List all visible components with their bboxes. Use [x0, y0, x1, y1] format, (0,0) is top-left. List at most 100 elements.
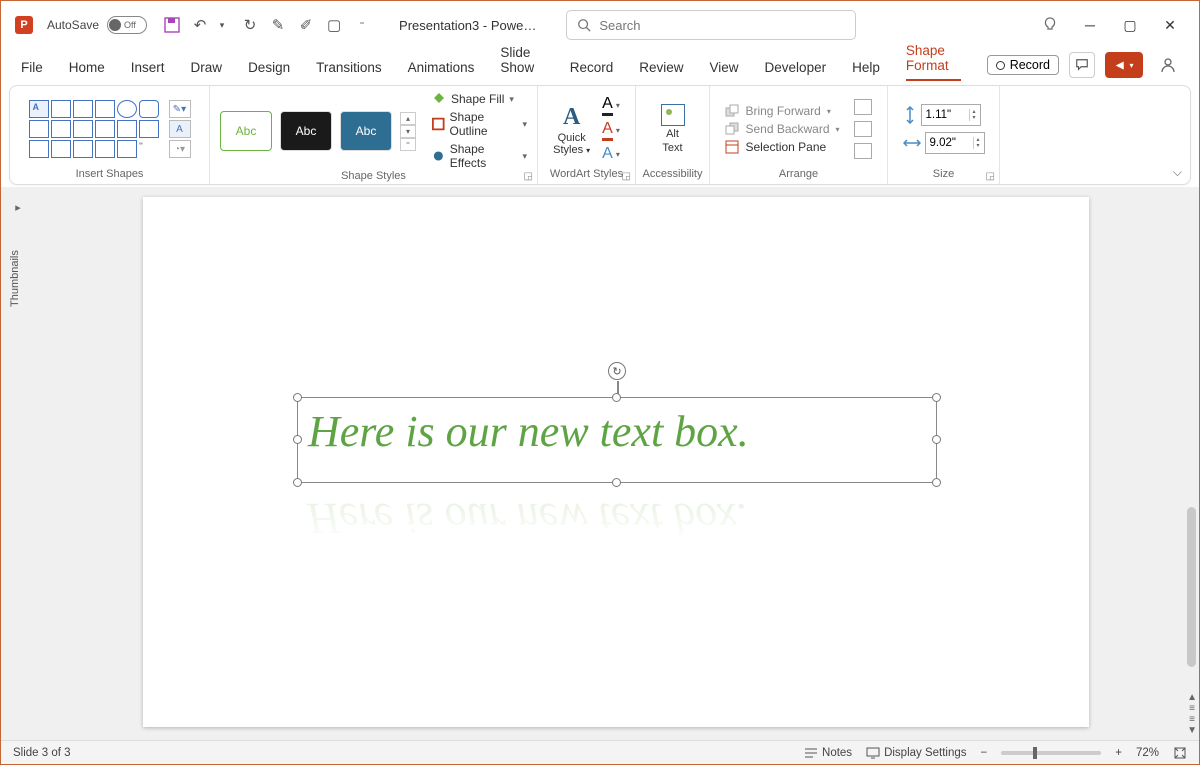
tab-animations[interactable]: Animations — [408, 60, 475, 81]
slide-canvas[interactable]: Here is our new text box. ↻ Here is our … — [35, 187, 1199, 740]
comments-button[interactable] — [1069, 52, 1095, 78]
undo-button[interactable]: ↶ — [189, 14, 211, 36]
zoom-slider-thumb[interactable] — [1033, 747, 1037, 759]
fit-to-window-button[interactable] — [1173, 746, 1187, 760]
text-fill-button[interactable]: A▾ — [602, 95, 620, 116]
resize-handle-br[interactable] — [932, 478, 941, 487]
thumbnails-pane[interactable]: ▸ Thumbnails — [1, 187, 35, 740]
record-button[interactable]: Record — [987, 55, 1059, 75]
edit-shape-button[interactable]: ✎▾ — [169, 100, 191, 118]
tab-help[interactable]: Help — [852, 60, 880, 81]
text-box-button[interactable]: A — [169, 120, 191, 138]
qat-tool-1[interactable]: ✎ — [267, 14, 289, 36]
shape-brace-icon[interactable] — [73, 140, 93, 158]
resize-handle-b[interactable] — [612, 478, 621, 487]
qat-customize[interactable]: ⁼ — [351, 14, 373, 36]
expand-thumbnails-icon[interactable]: ▸ — [15, 201, 21, 214]
shape-star-icon[interactable] — [117, 140, 137, 158]
maximize-button[interactable]: ▢ — [1119, 14, 1141, 36]
shape-arrow-icon[interactable] — [73, 120, 93, 138]
zoom-in-button[interactable]: + — [1115, 747, 1122, 759]
resize-handle-tl[interactable] — [293, 393, 302, 402]
minimize-button[interactable]: ─ — [1079, 14, 1101, 36]
ribbon-collapse-button[interactable]: ⌵ — [1173, 165, 1182, 180]
shape-styles-launcher[interactable]: ◲ — [524, 171, 533, 182]
next-slide-icon[interactable]: ▼ — [1187, 725, 1197, 736]
next-slide-bar-icon[interactable]: ≡ — [1189, 714, 1195, 725]
shape-conn-icon[interactable] — [51, 120, 71, 138]
width-control[interactable]: 9.02"▴▾ — [903, 132, 985, 154]
tab-design[interactable]: Design — [248, 60, 290, 81]
style-preset-1[interactable]: Abc — [220, 111, 272, 151]
style-preset-3[interactable]: Abc — [340, 111, 392, 151]
height-input[interactable]: 1.11"▴▾ — [921, 104, 981, 126]
tab-home[interactable]: Home — [69, 60, 105, 81]
share-button[interactable]: ▾ — [1105, 52, 1143, 78]
text-effects-button[interactable]: A▾ — [602, 145, 620, 163]
autosave[interactable]: AutoSave Off — [47, 16, 147, 34]
prev-slide-icon[interactable]: ▲ — [1187, 692, 1197, 703]
shape-curve-icon[interactable] — [29, 140, 49, 158]
shape-style-gallery[interactable]: Abc Abc Abc ▴ ▾ ⁼ — [220, 111, 416, 151]
tab-view[interactable]: View — [710, 60, 739, 81]
gallery-up-icon[interactable]: ▴ — [400, 112, 416, 125]
shape-dia-icon[interactable] — [117, 120, 137, 138]
shape-outline-button[interactable]: Shape Outline▾ — [432, 110, 527, 138]
present-button[interactable]: ▢ — [323, 14, 345, 36]
tab-shape-format[interactable]: Shape Format — [906, 43, 961, 81]
shape-rect-icon[interactable] — [95, 100, 115, 118]
shape-more-icon[interactable]: ⁼ — [139, 140, 159, 158]
style-preset-2[interactable]: Abc — [280, 111, 332, 151]
alt-text-button[interactable]: Alt Text — [661, 104, 685, 154]
align-button[interactable] — [854, 99, 872, 115]
resize-handle-bl[interactable] — [293, 478, 302, 487]
zoom-out-button[interactable]: − — [981, 747, 988, 759]
slide[interactable]: Here is our new text box. ↻ Here is our … — [143, 197, 1089, 727]
resize-handle-l[interactable] — [293, 435, 302, 444]
quick-styles-button[interactable]: A Quick Styles ▾ — [553, 103, 590, 156]
text-outline-button[interactable]: A▾ — [602, 120, 620, 141]
close-button[interactable]: ✕ — [1159, 14, 1181, 36]
notes-button[interactable]: Notes — [804, 747, 852, 759]
save-button[interactable] — [161, 14, 183, 36]
send-backward-button[interactable]: Send Backward▾ — [725, 122, 839, 136]
redo-button[interactable]: ↻ — [239, 14, 261, 36]
wordart-launcher[interactable]: ◲ — [622, 171, 631, 182]
search-box[interactable]: Search — [566, 10, 856, 40]
shape-effects-button[interactable]: Shape Effects▾ — [432, 142, 527, 170]
style-gallery-scroll[interactable]: ▴ ▾ ⁼ — [400, 112, 416, 151]
zoom-slider[interactable] — [1001, 751, 1101, 755]
account-button[interactable] — [1157, 54, 1179, 76]
prev-slide-bar-icon[interactable]: ≡ — [1189, 703, 1195, 714]
rotate-button[interactable] — [854, 143, 872, 159]
tab-transitions[interactable]: Transitions — [316, 60, 382, 81]
undo-dropdown[interactable]: ▾ — [211, 14, 233, 36]
vertical-scrollbar[interactable] — [1183, 187, 1197, 740]
tab-slideshow[interactable]: Slide Show — [500, 45, 543, 81]
resize-handle-t[interactable] — [612, 393, 621, 402]
tab-developer[interactable]: Developer — [765, 60, 827, 81]
resize-handle-r[interactable] — [932, 435, 941, 444]
textbox-content[interactable]: Here is our new text box. — [298, 398, 936, 465]
display-settings-button[interactable]: Display Settings — [866, 747, 966, 759]
scrollbar-thumb[interactable] — [1187, 507, 1196, 667]
shape-textbox-icon[interactable]: A — [29, 100, 49, 118]
height-control[interactable]: 1.11"▴▾ — [903, 104, 985, 126]
shape-fill-button[interactable]: Shape Fill▾ — [432, 92, 527, 106]
tab-draw[interactable]: Draw — [191, 60, 223, 81]
tab-insert[interactable]: Insert — [131, 60, 165, 81]
selected-textbox[interactable]: ↻ Here is our new text box. — [297, 397, 937, 483]
slide-counter[interactable]: Slide 3 of 3 — [13, 747, 71, 759]
shape-line2-icon[interactable] — [73, 100, 93, 118]
size-launcher[interactable]: ◲ — [986, 171, 995, 182]
tab-file[interactable]: File — [21, 60, 43, 81]
shape-line-icon[interactable] — [51, 100, 71, 118]
tips-button[interactable] — [1039, 14, 1061, 36]
gallery-more-icon[interactable]: ⁼ — [400, 138, 416, 151]
shape-rrect-icon[interactable] — [139, 100, 159, 118]
shape-arrow2-icon[interactable] — [139, 120, 159, 138]
zoom-level[interactable]: 72% — [1136, 747, 1159, 759]
shape-oval-icon[interactable] — [117, 100, 137, 118]
tab-record[interactable]: Record — [570, 60, 614, 81]
shape-tri-icon[interactable] — [29, 120, 49, 138]
